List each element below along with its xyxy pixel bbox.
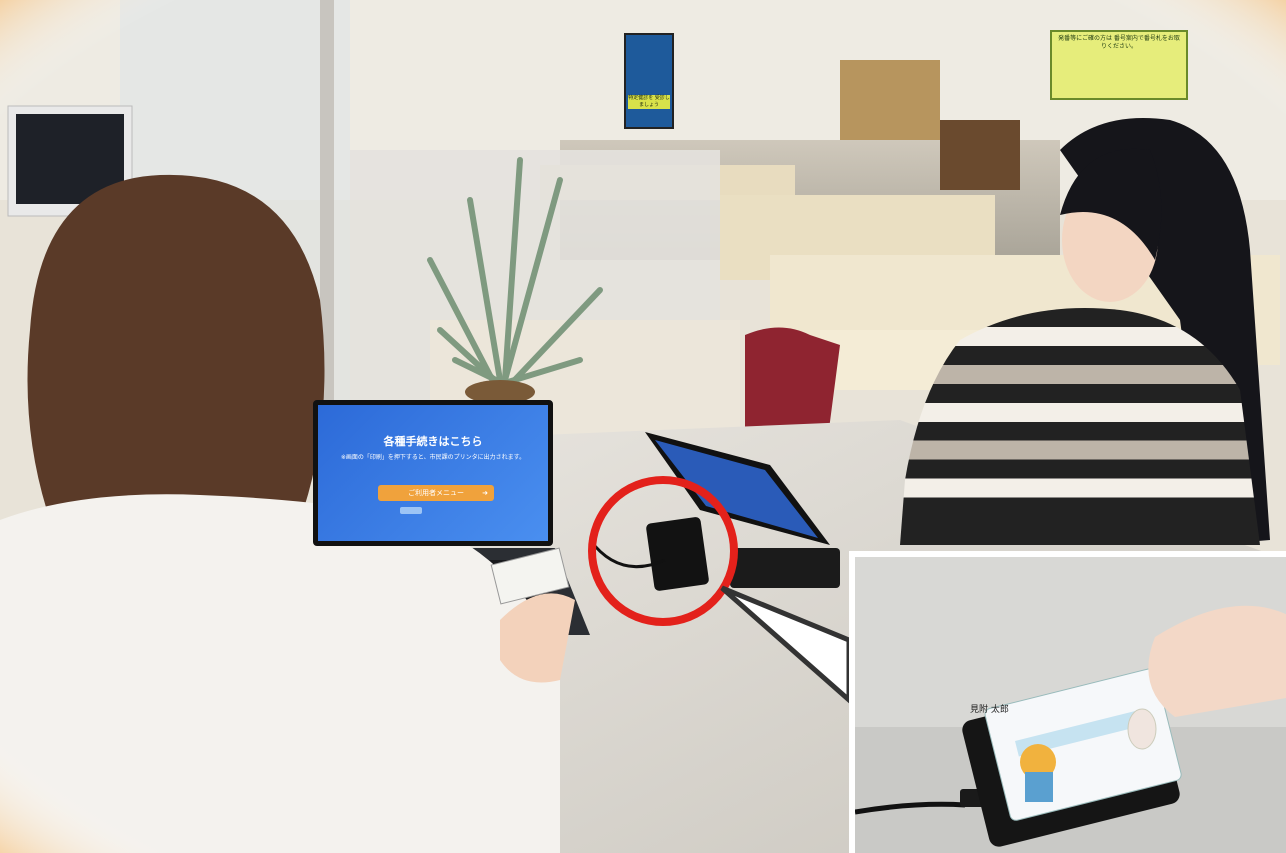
- laptop-title: 各種手続きはこちら: [383, 435, 483, 448]
- closeup-card-name: 見附 太郎: [970, 705, 1009, 715]
- poster-text: 特定健診を 受診しましょう: [628, 95, 670, 109]
- card-reader-highlight-ring: [588, 476, 738, 626]
- photo-scene: 特定健診を 受診しましょう 発番等にご確の方は 番号案内で番号札をお取りください…: [0, 0, 1286, 853]
- sign-text: 発番等にご確の方は 番号案内で番号札をお取りください。: [1058, 35, 1180, 50]
- user-menu-button-label: ご利用者メニュー: [408, 489, 464, 497]
- user-menu-button[interactable]: ご利用者メニュー ➜: [378, 485, 494, 501]
- closeup-photo: [855, 557, 1286, 853]
- arrow-right-icon: ➜: [482, 489, 488, 497]
- laptop-body-text: ※画面の「印刷」を押下すると、市民課のプリンタに出力されます。: [340, 454, 526, 461]
- card-reader-closeup-inset: 見附 太郎: [849, 551, 1286, 853]
- laptop-screen: 各種手続きはこちら ※画面の「印刷」を押下すると、市民課のプリンタに出力されます…: [313, 400, 553, 546]
- back-button[interactable]: [400, 507, 422, 514]
- number-ticket-sign: 発番等にご確の方は 番号案内で番号札をお取りください。: [1050, 30, 1188, 100]
- health-checkup-poster: 特定健診を 受診しましょう: [624, 33, 674, 129]
